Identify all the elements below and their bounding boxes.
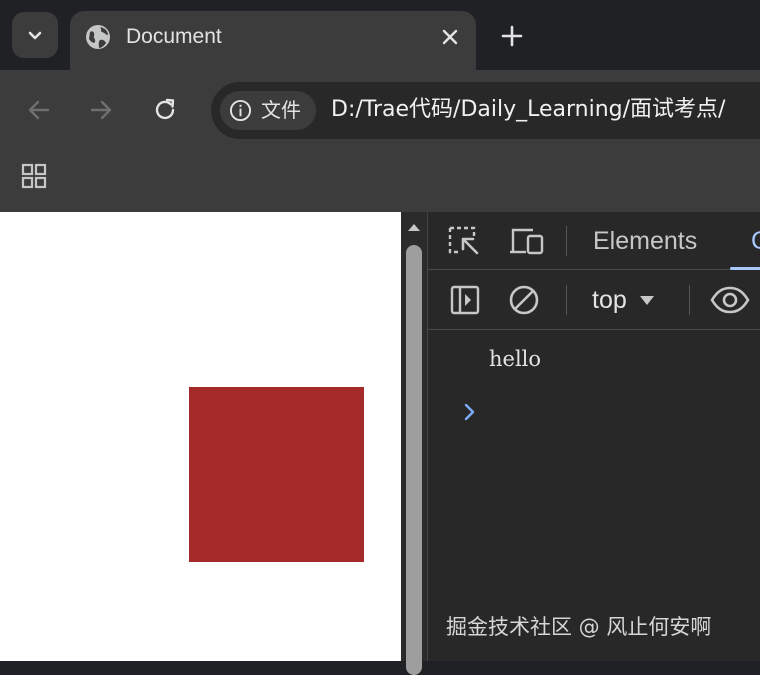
arrow-left-icon [28, 100, 50, 120]
devtools-panel: Elements C top [427, 212, 760, 661]
site-info-chip[interactable]: 文件 [220, 91, 316, 130]
tab-console[interactable]: C [730, 212, 760, 270]
arrow-right-icon [90, 100, 112, 120]
plus-icon [501, 25, 523, 47]
context-selector-label: top [592, 285, 627, 314]
prompt-chevron-icon [464, 403, 475, 421]
device-toolbar-icon [510, 228, 544, 255]
device-toolbar-button[interactable] [507, 224, 547, 258]
browser-toolbar: 文件 D:/Trae代码/Daily_Learning/面试考点/ [0, 70, 760, 150]
console-separator-2 [689, 285, 690, 315]
close-icon [442, 29, 458, 45]
clear-console-icon [509, 285, 539, 315]
page-viewport [0, 212, 401, 661]
forward-button[interactable] [85, 94, 117, 126]
reload-icon [155, 98, 175, 120]
sidebar-toggle-icon [450, 285, 480, 315]
scroll-up-arrow-icon[interactable] [406, 220, 422, 234]
live-expression-button[interactable] [709, 283, 751, 317]
back-button[interactable] [23, 94, 55, 126]
eye-icon [710, 286, 750, 314]
url-text[interactable]: D:/Trae代码/Daily_Learning/面试考点/ [331, 94, 725, 126]
tab-elements[interactable]: Elements [593, 226, 697, 256]
console-log-message: hello [489, 347, 542, 371]
page-scrollbar[interactable] [401, 212, 427, 675]
devtools-tab-bar: Elements C [428, 212, 760, 270]
tab-strip: Document [0, 0, 760, 70]
clear-console-button[interactable] [507, 283, 541, 317]
chevron-down-icon [28, 31, 42, 40]
context-selector[interactable]: top [592, 284, 655, 316]
watermark-text: 掘金技术社区 @ 风止何安啊 [446, 615, 712, 639]
tab-search-button[interactable] [12, 12, 58, 58]
apps-grid-icon[interactable] [20, 162, 48, 190]
bookmarks-bar [0, 150, 760, 212]
console-toolbar: top [428, 270, 760, 330]
devtools-separator [566, 226, 567, 256]
console-separator [566, 285, 567, 315]
browser-tab[interactable]: Document [70, 11, 476, 70]
address-bar[interactable]: 文件 D:/Trae代码/Daily_Learning/面试考点/ [211, 82, 760, 139]
inspect-element-button[interactable] [446, 224, 482, 258]
site-info-label: 文件 [261, 98, 301, 122]
console-sidebar-button[interactable] [448, 283, 482, 317]
info-icon [229, 99, 252, 122]
tab-title: Document [126, 25, 222, 48]
dropdown-triangle-icon [639, 296, 654, 305]
scroll-thumb[interactable] [406, 245, 422, 675]
new-tab-button[interactable] [496, 20, 528, 52]
red-box [189, 387, 364, 562]
inspect-element-icon [448, 226, 479, 255]
tab-close-button[interactable] [438, 25, 462, 49]
tab-console-label: C [751, 226, 760, 256]
reload-button[interactable] [149, 94, 181, 126]
globe-icon [86, 25, 110, 49]
